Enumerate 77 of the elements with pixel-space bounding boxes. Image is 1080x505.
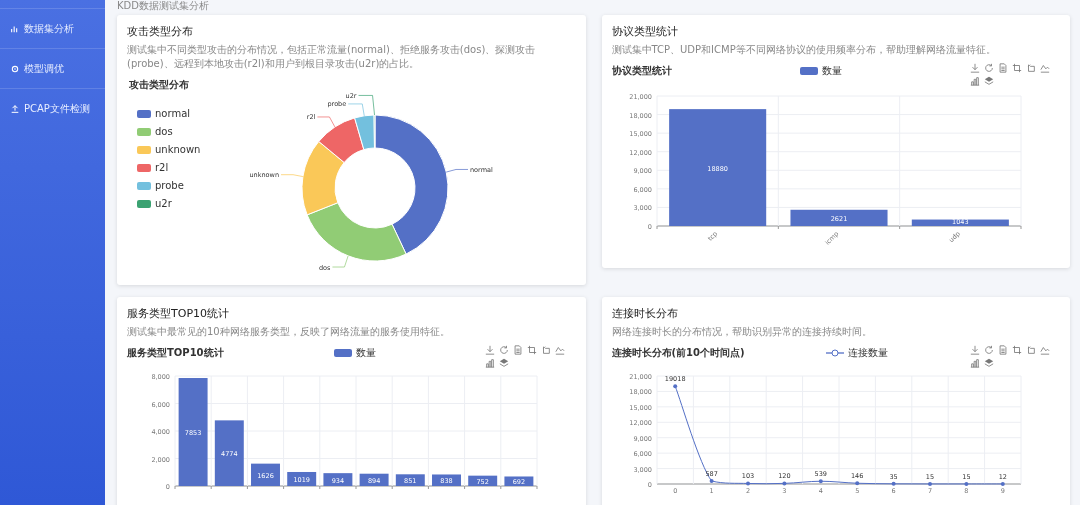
line-chart-icon[interactable] <box>1040 345 1050 356</box>
card-description: 测试集中最常见的10种网络服务类型，反映了网络流量的服务使用特征。 <box>127 325 451 340</box>
download-icon[interactable] <box>970 345 980 356</box>
page-title: KDD数据测试集分析 <box>117 0 209 12</box>
bar <box>504 476 534 487</box>
bar-chart-icon[interactable] <box>485 358 496 369</box>
bar <box>432 474 461 487</box>
chart-title: 连接时长分布(前10个时间点) <box>611 346 745 361</box>
data-point <box>781 481 786 486</box>
bar <box>214 420 244 487</box>
bar <box>251 464 280 487</box>
card-title: 协议类型统计 <box>611 25 679 39</box>
legend-item[interactable]: normal <box>137 106 245 122</box>
chart-legend[interactable]: 连接数量 <box>826 345 889 361</box>
document-icon[interactable] <box>998 63 1008 74</box>
chart-legend[interactable]: 数量 <box>799 63 842 79</box>
legend-swatch-icon <box>799 66 818 75</box>
download-icon[interactable] <box>970 63 980 74</box>
data-point <box>745 481 750 486</box>
legend-swatch-icon <box>333 348 352 357</box>
stack-icon[interactable] <box>984 76 994 87</box>
data-point <box>891 482 896 487</box>
data-point <box>963 482 968 487</box>
line-chart-icon[interactable] <box>555 345 566 356</box>
card-description: 测试集中TCP、UDP和ICMP等不同网络协议的使用频率分布，帮助理解网络流量特征。 <box>611 43 997 58</box>
download-icon[interactable] <box>485 345 496 356</box>
zoom-reset-icon[interactable] <box>1026 345 1036 356</box>
leader-line <box>280 174 304 178</box>
leader-line <box>317 116 336 128</box>
card-title: 连接时长分布 <box>611 307 679 321</box>
gear-icon <box>10 63 20 74</box>
bar <box>287 472 317 487</box>
upload-icon <box>10 103 20 114</box>
legend-item[interactable]: u2r <box>137 196 245 212</box>
document-icon[interactable] <box>998 345 1008 356</box>
zoom-reset-icon[interactable] <box>541 345 552 356</box>
sidebar-item[interactable]: 数据集分析 <box>0 8 105 48</box>
data-point <box>1000 482 1005 487</box>
stack-icon[interactable] <box>499 358 510 369</box>
data-point <box>709 479 714 484</box>
bar <box>395 474 425 487</box>
sidebar-item[interactable]: 模型调优 <box>0 48 105 88</box>
data-point <box>927 482 932 487</box>
zoom-icon[interactable] <box>1012 345 1022 356</box>
bar <box>468 476 498 487</box>
card-description: 测试集中不同类型攻击的分布情况，包括正常流量(normal)、拒绝服务攻击(dos)、探测攻击(probe)、远程到本地攻击(r2l)和用户到根目录攻击(u2r)的占比。 <box>127 43 537 72</box>
data-point <box>854 481 859 486</box>
card-description: 网络连接时长的分布情况，帮助识别异常的连接持续时间。 <box>611 325 873 340</box>
card-title: 攻击类型分布 <box>127 25 194 39</box>
legend-item[interactable]: r2l <box>137 160 245 176</box>
zoom-icon[interactable] <box>527 345 538 356</box>
bar <box>359 474 389 487</box>
leader-line <box>332 255 349 268</box>
chart-title: 协议类型统计 <box>611 64 672 79</box>
refresh-icon[interactable] <box>984 345 994 356</box>
bar-chart-icon[interactable] <box>970 76 980 87</box>
stack-icon[interactable] <box>984 358 994 369</box>
bar-chart-icon[interactable] <box>970 358 980 369</box>
refresh-icon[interactable] <box>499 345 510 356</box>
chart-legend[interactable]: 数量 <box>333 345 376 361</box>
sidebar-item[interactable]: PCAP文件检测 <box>0 88 105 128</box>
chart-title: 服务类型TOP10统计 <box>127 346 224 361</box>
bar <box>323 473 353 487</box>
zoom-icon[interactable] <box>1012 63 1022 74</box>
document-icon[interactable] <box>513 345 524 356</box>
legend-item[interactable]: probe <box>137 178 245 194</box>
data-point <box>672 384 677 389</box>
refresh-icon[interactable] <box>984 63 994 74</box>
chart-title: 攻击类型分布 <box>128 78 190 93</box>
legend-item[interactable]: dos <box>137 124 245 140</box>
line-chart-icon[interactable] <box>1040 63 1050 74</box>
card-title: 服务类型TOP10统计 <box>127 307 230 321</box>
legend-item[interactable]: unknown <box>137 142 245 158</box>
leader-line <box>445 169 469 173</box>
data-point <box>818 479 823 484</box>
legend-line-icon <box>826 348 845 357</box>
zoom-reset-icon[interactable] <box>1026 63 1036 74</box>
